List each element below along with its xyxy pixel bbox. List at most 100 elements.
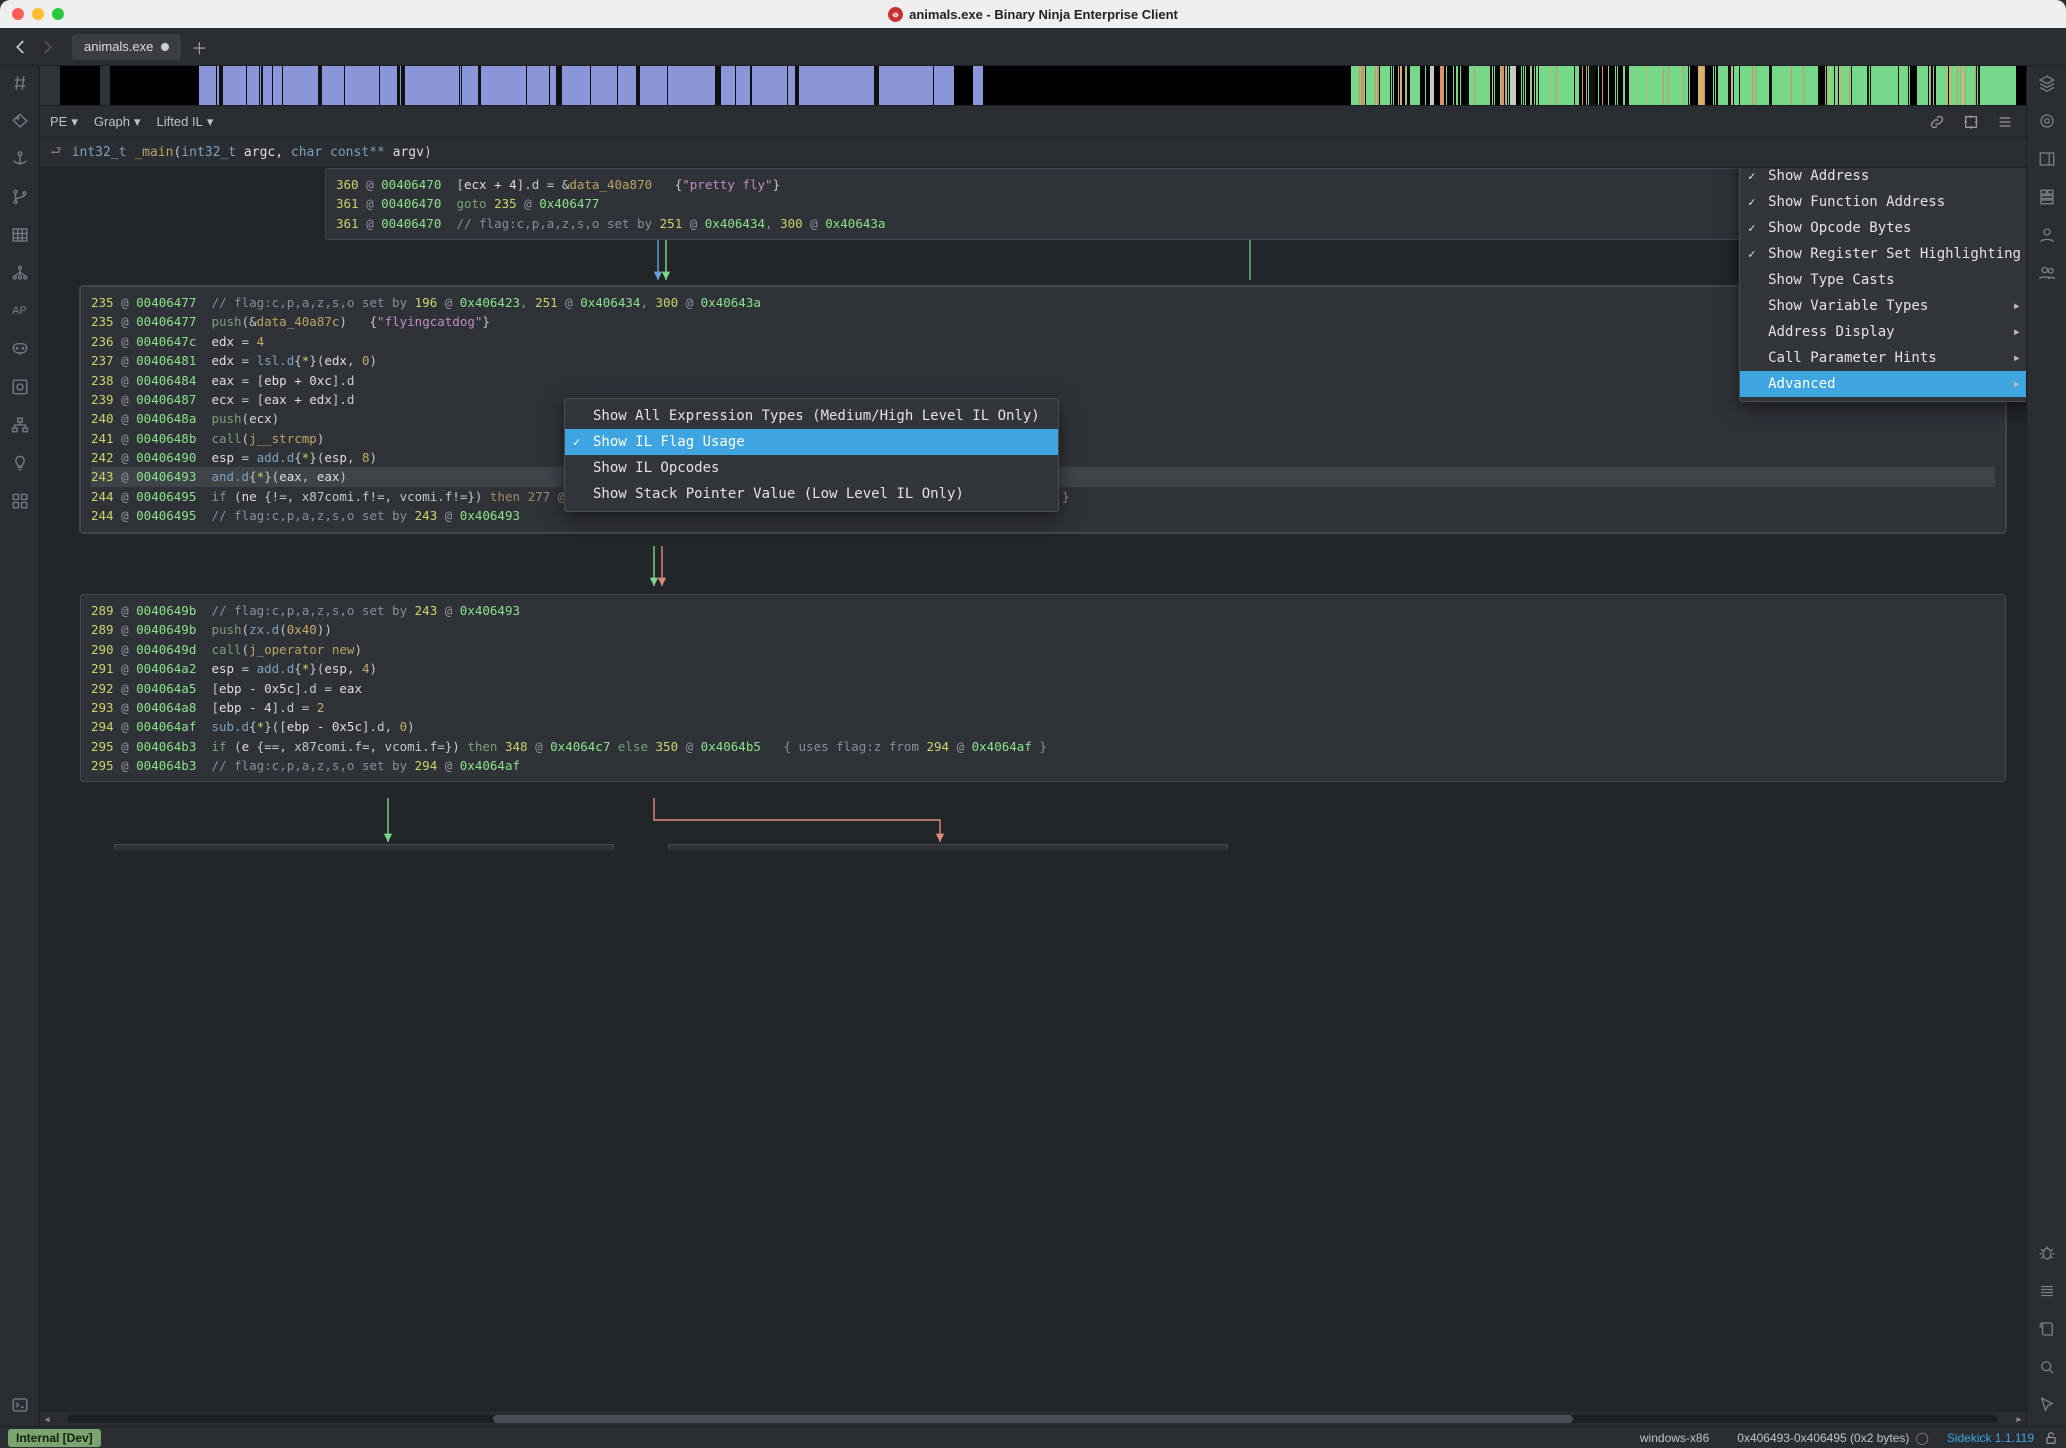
menu-item[interactable]: Show Address — [1740, 168, 2026, 189]
menu-item[interactable]: Show Function Address — [1740, 189, 2026, 215]
scope-icon[interactable] — [9, 376, 31, 398]
menu-item[interactable]: Show Register Set Highlighting — [1740, 241, 2026, 267]
code-row[interactable]: 238 @ 00406484 eax = [ebp + 0xc].d — [91, 371, 1995, 390]
menu-item[interactable]: Show IL Opcodes — [565, 455, 1058, 481]
code-row[interactable]: 292 @ 004064a5 [ebp - 0x5c].d = eax — [91, 679, 1995, 698]
terminal-icon[interactable] — [9, 1394, 31, 1416]
titlebar: ⦵ animals.exe - Binary Ninja Enterprise … — [0, 0, 2066, 28]
code-row[interactable]: 289 @ 0040649b // flag:c,p,a,z,s,o set b… — [91, 601, 1995, 620]
chat-icon[interactable] — [9, 338, 31, 360]
menu-item[interactable]: Show Type Casts — [1740, 267, 2026, 293]
horizontal-scrollbar[interactable]: ◂ ▸ — [40, 1412, 2026, 1426]
menu-item[interactable]: Show Opcode Bytes — [1740, 215, 2026, 241]
code-row[interactable]: 295 @ 004064b3 // flag:c,p,a,z,s,o set b… — [91, 756, 1995, 775]
status-bar: Internal [Dev] windows-x86 0x406493-0x40… — [0, 1426, 2066, 1448]
code-row[interactable]: 235 @ 00406477 // flag:c,p,a,z,s,o set b… — [91, 293, 1995, 312]
collapse-icon: ⮐ — [50, 142, 62, 164]
context-menu: Expand Long OpcodeShow AddressShow Funct… — [1739, 168, 2026, 402]
table-icon[interactable] — [9, 224, 31, 246]
graph-block-peek — [668, 844, 1228, 850]
menu-item[interactable]: Show Variable Types — [1740, 293, 2026, 319]
code-row[interactable]: 361 @ 00406470 // flag:c,p,a,z,s,o set b… — [336, 214, 1765, 233]
search-icon[interactable] — [2036, 1356, 2058, 1378]
left-rail: AP — [0, 66, 40, 1426]
menu-item[interactable]: Call Parameter Hints — [1740, 345, 2026, 371]
users-icon[interactable] — [2036, 262, 2058, 284]
status-sidekick[interactable]: Sidekick 1.1.119 — [1947, 1431, 2034, 1445]
close-window[interactable] — [12, 8, 24, 20]
lines-icon[interactable] — [2036, 1280, 2058, 1302]
minimap-icon[interactable] — [2036, 186, 2058, 208]
bulb-icon[interactable] — [9, 452, 31, 474]
lock-icon[interactable] — [2044, 1431, 2058, 1445]
window-title: animals.exe - Binary Ninja Enterprise Cl… — [909, 7, 1178, 22]
view-toolbar: PE ▾ Graph ▾ Lifted IL ▾ — [40, 106, 2026, 138]
return-type: int32_t — [72, 145, 127, 160]
menu-item[interactable]: Address Display — [1740, 319, 2026, 345]
sidebar-icon[interactable] — [2036, 148, 2058, 170]
tab-active[interactable]: animals.exe — [72, 34, 181, 60]
bug-icon[interactable] — [2036, 1242, 2058, 1264]
tab-dirty-indicator — [161, 43, 169, 51]
code-row[interactable]: 237 @ 00406481 edx = lsl.d{*}(edx, 0) — [91, 351, 1995, 370]
code-row[interactable]: 236 @ 0040647c edx = 4 — [91, 332, 1995, 351]
view-select[interactable]: Graph ▾ — [94, 114, 141, 130]
code-row[interactable]: 290 @ 0040649d call(j_operator new) — [91, 640, 1995, 659]
scroll-icon[interactable] — [2036, 1318, 2058, 1340]
format-select[interactable]: PE ▾ — [50, 114, 78, 130]
code-row[interactable]: 291 @ 004064a2 esp = add.d{*}(esp, 4) — [91, 659, 1995, 678]
scrollbar-thumb[interactable] — [493, 1415, 1574, 1423]
feature-map[interactable]: [ [0.00,0.01,"#2e323a"],[0.03,0.005,"#2e… — [40, 66, 2026, 106]
new-tab-button[interactable]: ＋ — [191, 35, 207, 59]
graph-block-peek — [114, 844, 614, 850]
center-icon[interactable] — [1960, 111, 1982, 133]
graph-viewport[interactable]: 360 @ 00406470 [ecx + 4].d = &data_40a87… — [40, 168, 2026, 1426]
graph-block[interactable]: 289 @ 0040649b // flag:c,p,a,z,s,o set b… — [80, 594, 2006, 782]
status-busy-icon: ◯ — [1915, 1431, 1928, 1445]
link-icon[interactable] — [1926, 111, 1948, 133]
menu-item[interactable]: Advanced — [1740, 371, 2026, 397]
ap-icon[interactable]: AP — [9, 300, 31, 322]
branch-icon[interactable] — [9, 186, 31, 208]
graph-block[interactable]: 360 @ 00406470 [ecx + 4].d = &data_40a87… — [325, 168, 1776, 240]
cursor-icon[interactable] — [2036, 1394, 2058, 1416]
menu-icon[interactable] — [1994, 111, 2016, 133]
app-icon: ⦵ — [888, 7, 903, 22]
tag-icon[interactable] — [9, 110, 31, 132]
chevron-down-icon: ▾ — [207, 114, 214, 130]
nav-back[interactable] — [8, 34, 34, 60]
nav-forward[interactable] — [34, 34, 60, 60]
layers-icon[interactable] — [2036, 72, 2058, 94]
anchor-icon[interactable] — [9, 148, 31, 170]
code-row[interactable]: 293 @ 004064a8 [ebp - 4].d = 2 — [91, 698, 1995, 717]
code-row[interactable]: 235 @ 00406477 push(&data_40a87c) {"flyi… — [91, 312, 1995, 331]
context-submenu: Show All Expression Types (Medium/High L… — [564, 398, 1059, 512]
status-range: 0x406493-0x406495 (0x2 bytes) — [1737, 1431, 1909, 1445]
menu-item[interactable]: Show All Expression Types (Medium/High L… — [565, 403, 1058, 429]
function-name: _main — [134, 145, 173, 160]
chevron-down-icon: ▾ — [134, 114, 141, 130]
tabbar: animals.exe ＋ — [0, 28, 2066, 66]
code-row[interactable]: 289 @ 0040649b push(zx.d(0x40)) — [91, 620, 1995, 639]
il-select[interactable]: Lifted IL ▾ — [157, 114, 214, 130]
zoom-window[interactable] — [52, 8, 64, 20]
function-params: int32_t argc, char const** argv — [181, 145, 424, 160]
menu-item[interactable]: Show Stack Pointer Value (Low Level IL O… — [565, 481, 1058, 507]
minimize-window[interactable] — [32, 8, 44, 20]
function-signature[interactable]: ⮐ int32_t _main (int32_t argc, char cons… — [40, 138, 2026, 168]
right-rail — [2026, 66, 2066, 1426]
code-row[interactable]: 295 @ 004064b3 if (e {==, x87comi.f=, vc… — [91, 737, 1995, 756]
code-row[interactable]: 294 @ 004064af sub.d{*}([ebp - 0x5c].d, … — [91, 717, 1995, 736]
code-row[interactable]: 360 @ 00406470 [ecx + 4].d = &data_40a87… — [336, 175, 1765, 194]
code-row[interactable]: 361 @ 00406470 goto 235 @ 0x406477 — [336, 194, 1765, 213]
tab-label: animals.exe — [84, 39, 153, 54]
target-icon[interactable] — [2036, 110, 2058, 132]
user-icon[interactable] — [2036, 224, 2058, 246]
status-channel[interactable]: Internal [Dev] — [8, 1429, 101, 1447]
cmd-icon[interactable] — [9, 490, 31, 512]
status-arch: windows-x86 — [1640, 1431, 1709, 1445]
tree-icon[interactable] — [9, 262, 31, 284]
hash-icon[interactable] — [9, 72, 31, 94]
sitemap-icon[interactable] — [9, 414, 31, 436]
menu-item[interactable]: Show IL Flag Usage — [565, 429, 1058, 455]
